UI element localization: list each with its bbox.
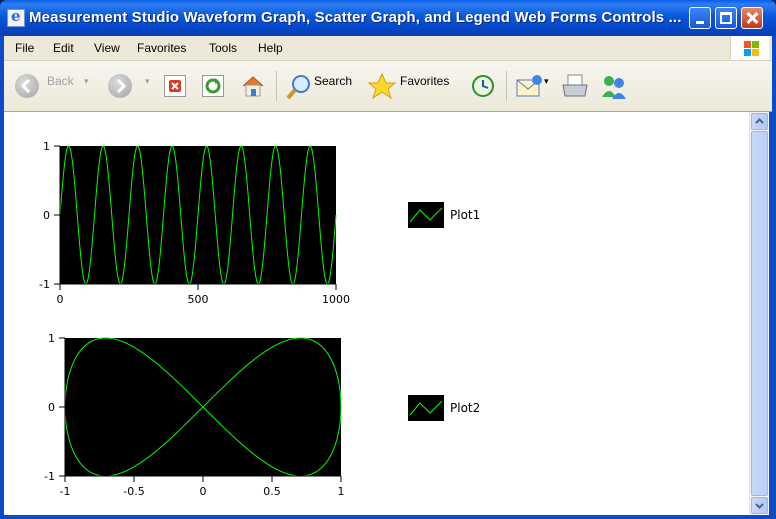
search-button[interactable]: Search [314,74,352,88]
title-bar[interactable]: Measurement Studio Waveform Graph, Scatt… [0,0,776,36]
search-icon[interactable] [285,73,313,101]
toolbar-separator [276,71,277,101]
window-title: Measurement Studio Waveform Graph, Scatt… [29,9,682,26]
history-icon[interactable] [470,73,496,99]
y-tick-label: 1 [48,332,55,345]
favorites-star-icon[interactable] [367,72,397,100]
forward-arrow-icon[interactable] [108,74,132,98]
browser-window: Measurement Studio Waveform Graph, Scatt… [0,0,776,519]
windows-logo-icon [730,36,769,60]
forward-dropdown-icon[interactable]: ▾ [145,76,150,87]
x-tick-label: 1 [338,485,345,498]
x-tick-label: 1000 [322,293,350,306]
ie-icon [7,7,25,27]
maximize-button[interactable] [715,7,737,29]
y-tick-label: 1 [43,140,50,153]
legend-label-plot2: Plot2 [450,401,481,415]
mail-icon[interactable] [515,73,543,99]
refresh-icon[interactable] [202,75,224,97]
y-tick-label: 0 [48,401,55,414]
y-tick-label: -1 [39,278,50,291]
back-button[interactable]: Back [47,74,74,88]
mail-dropdown-icon[interactable]: ▾ [544,76,549,87]
x-tick-label: 0 [57,293,64,306]
legend-plot2[interactable]: Plot2 [408,395,528,425]
messenger-icon[interactable] [599,73,629,101]
y-tick-label: -1 [44,470,55,483]
vertical-scrollbar[interactable] [749,112,769,515]
print-icon[interactable] [560,73,590,101]
x-tick-label: 0.5 [263,485,281,498]
back-dropdown-icon[interactable]: ▾ [84,76,89,87]
scroll-up-button[interactable] [751,113,768,130]
minimize-button[interactable] [689,7,711,29]
menu-favorites[interactable]: Favorites [137,41,186,55]
menu-help[interactable]: Help [258,41,283,55]
toolbar: Back ▾ ▾ Search Favorites ▾ [4,61,772,112]
y-tick-label: 0 [43,209,50,222]
menu-bar: File Edit View Favorites Tools Help [4,36,772,61]
scroll-down-button[interactable] [751,497,768,514]
page-content: 1 0 -1 0 500 1000 Plot1 1 0 -1 -1 -0.5 0… [4,112,749,515]
menu-tools[interactable]: Tools [209,41,237,55]
legend-plot1[interactable]: Plot1 [408,202,528,232]
window-frame-bottom [0,515,776,519]
x-tick-label: -0.5 [123,485,144,498]
menu-edit[interactable]: Edit [53,41,74,55]
back-arrow-icon[interactable] [15,74,39,98]
toolbar-separator [506,71,507,101]
stop-icon[interactable] [164,75,186,97]
legend-swatch-plot1 [408,202,444,228]
favorites-button[interactable]: Favorites [400,74,449,88]
close-button[interactable] [741,7,763,29]
x-tick-label: 500 [188,293,209,306]
legend-label-plot1: Plot1 [450,208,481,222]
x-tick-label: -1 [60,485,71,498]
scroll-thumb[interactable] [751,131,768,496]
legend-swatch-plot2 [408,395,444,421]
x-tick-label: 0 [200,485,207,498]
menu-view[interactable]: View [94,41,120,55]
waveform-graph[interactable]: 1 0 -1 0 500 1000 [24,134,364,314]
home-icon[interactable] [240,73,266,99]
scatter-graph[interactable]: 1 0 -1 -1 -0.5 0 0.5 1 [24,326,364,506]
menu-file[interactable]: File [15,41,34,55]
